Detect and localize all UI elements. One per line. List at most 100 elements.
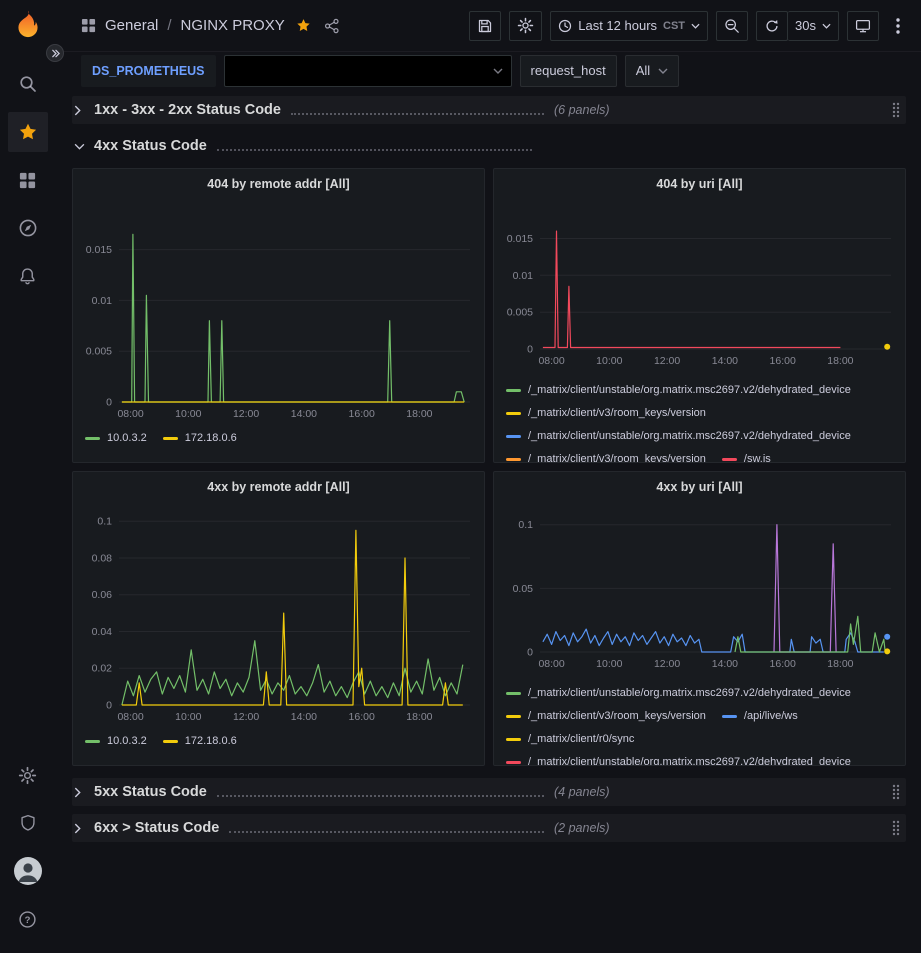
share-icon[interactable]: [322, 16, 342, 36]
row-1xx-3xx-2xx[interactable]: 1xx - 3xx - 2xx Status Code (6 panels): [72, 96, 906, 124]
variable-request-host-label[interactable]: request_host: [520, 55, 617, 87]
breadcrumb-separator: /: [167, 17, 171, 34]
svg-text:0.01: 0.01: [513, 270, 534, 282]
legend-item[interactable]: /sw.js: [722, 448, 771, 462]
panel-chart[interactable]: 00.0050.010.01508:0010:0012:0014:0016:00…: [73, 199, 484, 424]
legend-item[interactable]: /_matrix/client/unstable/org.matrix.msc2…: [506, 682, 851, 705]
legend-item[interactable]: /_matrix/client/unstable/org.matrix.msc2…: [506, 379, 851, 402]
legend-item[interactable]: /_matrix/client/r0/sync: [506, 728, 634, 751]
svg-text:0.04: 0.04: [92, 626, 113, 638]
legend-item[interactable]: /_matrix/client/unstable/org.matrix.msc2…: [506, 751, 851, 765]
row-6xx[interactable]: 6xx > Status Code (2 panels): [72, 814, 906, 842]
panel-title[interactable]: 4xx by uri [All]: [494, 472, 905, 502]
panel-404-by-remote-addr: 404 by remote addr [All] 00.0050.010.015…: [72, 168, 485, 463]
request-host-select[interactable]: All: [625, 55, 679, 87]
sidebar-bottom: ?: [8, 755, 48, 947]
panel-title[interactable]: 404 by remote addr [All]: [73, 169, 484, 199]
svg-text:14:00: 14:00: [291, 408, 317, 420]
save-dashboard-button[interactable]: [469, 11, 501, 41]
chart-svg[interactable]: 00.0050.010.01508:0010:0012:0014:0016:00…: [73, 199, 484, 424]
alerting-bell-icon[interactable]: [8, 256, 48, 296]
security-shield-icon[interactable]: [8, 803, 48, 843]
dashboard-settings-button[interactable]: [509, 11, 542, 41]
kebab-menu-icon[interactable]: [887, 11, 909, 41]
legend-item[interactable]: /_matrix/client/v3/room_keys/version: [506, 705, 706, 728]
svg-text:0.1: 0.1: [97, 516, 112, 528]
explore-compass-icon[interactable]: [8, 208, 48, 248]
help-icon[interactable]: ?: [8, 899, 48, 939]
svg-text:0: 0: [106, 397, 112, 409]
legend-item[interactable]: 10.0.3.2: [85, 428, 147, 449]
panel-title[interactable]: 4xx by remote addr [All]: [73, 472, 484, 502]
legend-item[interactable]: /_matrix/client/v3/room_keys/version: [506, 402, 706, 425]
favorite-star-icon[interactable]: [294, 16, 313, 35]
search-icon[interactable]: [8, 64, 48, 104]
refresh-icon[interactable]: [756, 11, 788, 41]
variable-ds-prometheus-label[interactable]: DS_PROMETHEUS: [81, 55, 216, 87]
legend-label: /_matrix/client/unstable/org.matrix.msc2…: [528, 425, 851, 448]
zoom-out-button[interactable]: [716, 11, 748, 41]
row-title: 4xx Status Code: [94, 138, 207, 154]
tv-mode-button[interactable]: [847, 11, 879, 41]
user-avatar[interactable]: [8, 851, 48, 891]
legend-item[interactable]: /api/live/ws: [722, 705, 798, 728]
chevron-down-icon: [691, 23, 700, 29]
chevron-right-icon: [74, 823, 90, 834]
svg-text:12:00: 12:00: [233, 408, 259, 420]
legend-item[interactable]: /_matrix/client/unstable/org.matrix.msc2…: [506, 425, 851, 448]
server-admin-gear-icon[interactable]: [8, 755, 48, 795]
chevron-down-icon: [822, 23, 831, 29]
legend-item[interactable]: 172.18.0.6: [163, 428, 237, 449]
legend-swatch: [722, 715, 737, 718]
expand-sidebar-button[interactable]: [46, 44, 64, 62]
row-panel-count: (2 panels): [554, 821, 610, 835]
request-host-value: All: [636, 63, 650, 78]
legend-item[interactable]: /_matrix/client/v3/room_keys/version: [506, 448, 706, 462]
svg-text:0.015: 0.015: [507, 233, 533, 245]
datasource-select[interactable]: [224, 55, 512, 87]
legend-label: /_matrix/client/unstable/org.matrix.msc2…: [528, 682, 851, 705]
legend-swatch: [506, 412, 521, 415]
row-drag-handle-icon[interactable]: [891, 102, 901, 118]
legend-swatch: [506, 435, 521, 438]
panel-chart[interactable]: 00.020.040.060.080.108:0010:0012:0014:00…: [73, 502, 484, 727]
legend-item[interactable]: 10.0.3.2: [85, 731, 147, 752]
legend-swatch: [85, 437, 100, 440]
legend-label: /api/live/ws: [744, 705, 798, 728]
dashboard-title[interactable]: NGINX PROXY: [181, 17, 285, 34]
variables-row: DS_PROMETHEUS request_host All: [55, 52, 921, 89]
row-drag-handle-icon[interactable]: [891, 784, 901, 800]
svg-text:0.02: 0.02: [92, 663, 113, 675]
panel-title[interactable]: 404 by uri [All]: [494, 169, 905, 199]
row-drag-handle-icon[interactable]: [891, 820, 901, 836]
legend-swatch: [506, 738, 521, 741]
clock-icon: [558, 19, 572, 33]
chart-svg[interactable]: 00.050.108:0010:0012:0014:0016:0018:00: [494, 502, 905, 674]
refresh-interval-picker[interactable]: 30s: [788, 11, 839, 41]
chart-svg[interactable]: 00.020.040.060.080.108:0010:0012:0014:00…: [73, 502, 484, 727]
starred-dashboards-icon[interactable]: [8, 112, 48, 152]
row-title: 5xx Status Code: [94, 784, 207, 800]
apps-grid-icon: [81, 18, 96, 33]
chevron-down-icon: [658, 68, 668, 74]
legend-item[interactable]: 172.18.0.6: [163, 731, 237, 752]
dashboards-icon[interactable]: [8, 160, 48, 200]
legend-label: 172.18.0.6: [185, 428, 237, 449]
svg-text:18:00: 18:00: [827, 355, 853, 367]
panel-grid: 404 by remote addr [All] 00.0050.010.015…: [72, 168, 906, 766]
row-4xx[interactable]: 4xx Status Code: [72, 132, 906, 160]
breadcrumb-section[interactable]: General: [105, 17, 158, 34]
row-dotted-filler: [217, 149, 532, 151]
svg-text:0.05: 0.05: [513, 583, 534, 595]
time-range-picker[interactable]: Last 12 hours CST: [550, 11, 708, 41]
row-5xx[interactable]: 5xx Status Code (4 panels): [72, 778, 906, 806]
panel-legend: 10.0.3.2 172.18.0.6: [73, 727, 484, 765]
svg-text:10:00: 10:00: [596, 658, 622, 670]
legend-swatch: [506, 761, 521, 764]
refresh-group: 30s: [756, 11, 839, 41]
panel-chart[interactable]: 00.050.108:0010:0012:0014:0016:0018:00: [494, 502, 905, 674]
panel-chart[interactable]: 00.0050.010.01508:0010:0012:0014:0016:00…: [494, 199, 905, 371]
timezone-label: CST: [663, 20, 685, 32]
grafana-logo-icon[interactable]: [11, 8, 45, 42]
chart-svg[interactable]: 00.0050.010.01508:0010:0012:0014:0016:00…: [494, 199, 905, 371]
